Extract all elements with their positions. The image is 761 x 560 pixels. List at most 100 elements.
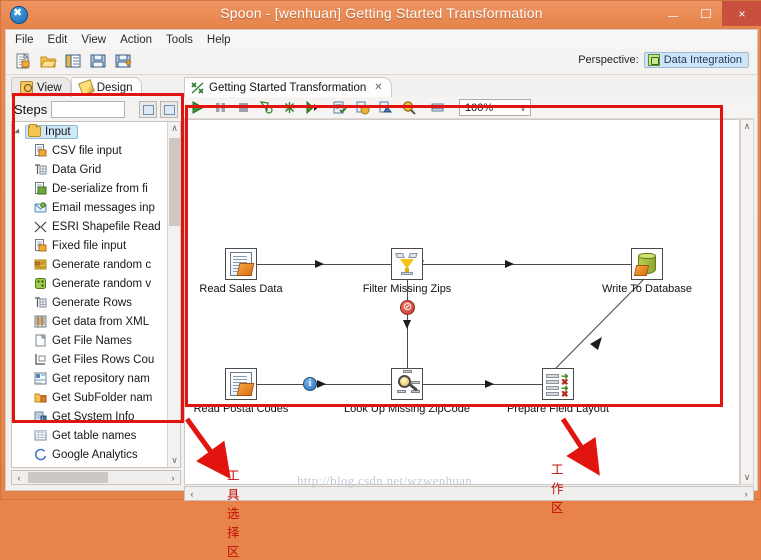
list-item[interactable]: Generate random c [12,255,168,274]
show-last-results-button[interactable] [401,100,416,115]
show-grid-button[interactable] [430,100,445,115]
hop-lookup-to-prepare[interactable] [423,384,543,385]
tab-design-label: Design [96,81,133,94]
transformation-canvas[interactable]: ✔ i Read Sales Data [184,119,740,485]
replay-button[interactable] [305,100,320,115]
list-item-label: Get Files Rows Cou [52,353,155,366]
new-file-icon[interactable] [14,52,32,70]
scroll-down-icon[interactable]: ∨ [741,471,753,484]
list-item[interactable]: Generate random v [12,274,168,293]
scroll-up-icon[interactable]: ∧ [168,122,180,135]
step-write-to-database[interactable]: Write To Database [602,248,692,295]
steps-tree-horizontal-scrollbar[interactable]: ‹ › [11,470,181,485]
save-as-icon[interactable] [114,52,132,70]
close-button[interactable]: × [722,1,761,26]
expand-all-button[interactable] [139,100,157,118]
menu-edit[interactable]: Edit [48,34,68,46]
stop-button[interactable] [236,100,251,115]
tab-view[interactable]: View [11,77,71,97]
list-item[interactable]: Email messages inp [12,198,168,217]
pause-button[interactable] [213,100,228,115]
title-bar: Spoon - [wenhuan] Getting Started Transf… [1,1,761,29]
step-label: Filter Missing Zips [362,283,452,295]
save-icon[interactable] [89,52,107,70]
scrollbar-thumb-horizontal[interactable] [28,472,108,483]
text-file-input-icon [230,372,252,396]
scroll-down-icon[interactable]: ∨ [168,454,180,467]
scroll-left-icon[interactable]: ‹ [12,471,26,484]
text-file-input-icon [230,252,252,276]
list-item[interactable]: Get Files Rows Cou [12,350,168,369]
list-item-label: Get File Names [52,334,132,347]
steps-search-input[interactable] [51,100,126,118]
list-item[interactable]: CSV file input [12,141,168,160]
scroll-left-icon[interactable]: ‹ [185,487,199,500]
steps-tree[interactable]: Input CSV file input Data Grid De-serial… [11,121,181,468]
hop-read-sales-to-filter[interactable] [257,264,392,265]
close-icon[interactable]: ✕ [374,82,382,93]
menu-file[interactable]: File [15,34,34,46]
verify-button[interactable] [332,100,347,115]
menu-action[interactable]: Action [120,34,152,46]
perspective-data-integration-button[interactable]: Data Integration [643,52,749,68]
list-item[interactable]: Generate Rows [12,293,168,312]
canvas-horizontal-scrollbar[interactable]: ‹ › [184,486,754,501]
impact-analysis-button[interactable] [355,100,370,115]
debug-button[interactable] [282,100,297,115]
main-toolbar: Perspective: Data Integration [6,49,757,75]
scroll-right-icon[interactable]: › [739,487,753,500]
canvas-vertical-scrollbar[interactable]: ∧ ∨ [740,119,754,485]
step-icon-box[interactable] [225,248,257,280]
transformation-icon [191,81,204,94]
step-label: Write To Database [601,283,693,295]
run-button[interactable] [190,100,205,115]
zoom-select[interactable]: 100% ∨ [459,99,531,116]
scroll-right-icon[interactable]: › [166,471,180,484]
preview-button[interactable] [259,100,274,115]
step-look-up-missing-zipcode[interactable]: Look Up Missing ZipCode [344,368,470,415]
get-files-rows-count-icon [34,353,47,366]
hop-filter-to-write[interactable] [423,264,638,265]
pencil-icon [77,79,95,96]
list-item[interactable]: Data Grid [12,160,168,179]
list-item[interactable]: Get repository nam [12,369,168,388]
step-icon-box[interactable] [225,368,257,400]
get-sql-button[interactable] [378,100,393,115]
list-item[interactable]: GZIP CSV Input [12,464,168,467]
step-filter-missing-zips[interactable]: Filter Missing Zips [363,248,451,295]
list-item[interactable]: ESRI Shapefile Read [12,217,168,236]
list-item[interactable]: Get SubFolder nam [12,388,168,407]
scroll-up-icon[interactable]: ∧ [741,120,753,133]
scrollbar-thumb[interactable] [169,138,180,226]
list-item[interactable]: Fixed file input [12,236,168,255]
step-icon-box[interactable]: ➜ ✖ ➜ ✖ [542,368,574,400]
menu-tools[interactable]: Tools [166,34,193,46]
hop-arrow-1 [315,260,324,268]
list-item[interactable]: Get data from XML [12,312,168,331]
step-read-sales-data[interactable]: Read Sales Data [199,248,283,295]
minimize-button[interactable] [656,1,689,26]
step-icon-box[interactable] [391,248,423,280]
maximize-button[interactable] [689,1,722,26]
explorer-icon[interactable] [64,52,82,70]
list-item[interactable]: Get File Names [12,331,168,350]
list-item[interactable]: Google Analytics [12,445,168,464]
tab-getting-started-transformation[interactable]: Getting Started Transformation ✕ [184,77,392,97]
open-folder-icon[interactable] [39,52,57,70]
list-item[interactable]: i Get System Info [12,407,168,426]
window-title: Spoon - [wenhuan] Getting Started Transf… [220,5,543,21]
chevron-down-icon[interactable] [14,127,22,136]
list-item[interactable]: Get table names [12,426,168,445]
menu-help[interactable]: Help [207,34,231,46]
steps-tree-vertical-scrollbar[interactable]: ∧ ∨ [167,122,180,467]
step-read-postal-codes[interactable]: Read Postal Codes [194,368,288,415]
step-icon-box[interactable] [391,368,423,400]
step-prepare-field-layout[interactable]: ➜ ✖ ➜ ✖ Prepare Field Layout [507,368,609,415]
menu-view[interactable]: View [81,34,106,46]
tree-node-input[interactable]: Input [12,122,168,141]
tab-design[interactable]: Design [70,77,142,97]
collapse-all-button[interactable] [160,100,178,118]
step-icon-box[interactable] [631,248,663,280]
list-item[interactable]: De-serialize from fi [12,179,168,198]
list-item-label: Get repository nam [52,372,150,385]
